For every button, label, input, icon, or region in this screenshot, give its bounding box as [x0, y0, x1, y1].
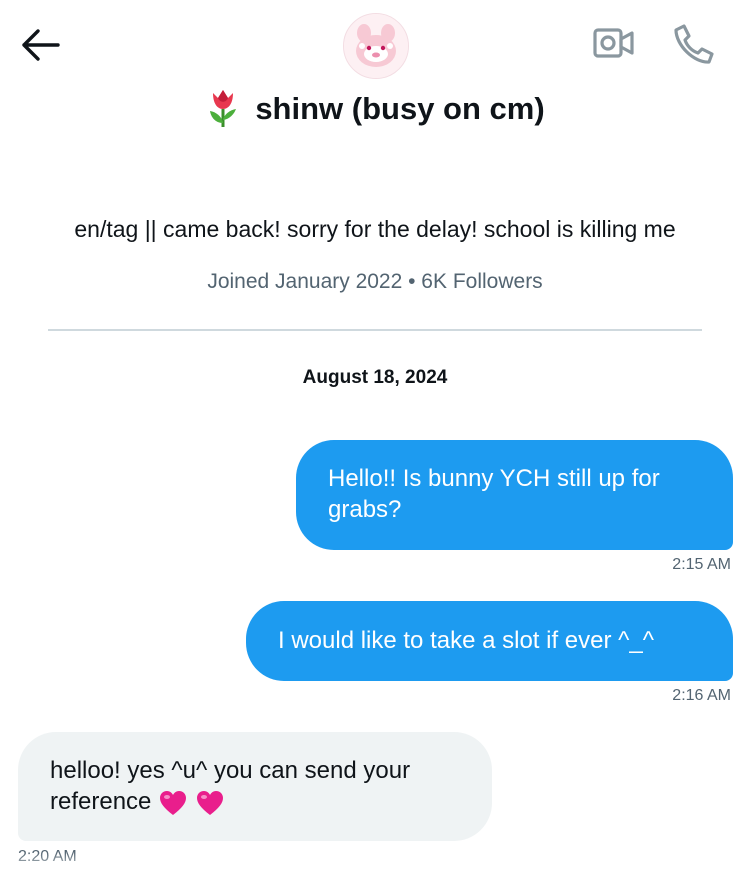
message-text: I would like to take a slot if ever ^_^ — [278, 627, 655, 654]
message-timestamp: 2:20 AM — [18, 848, 77, 865]
arrow-left-icon — [22, 29, 60, 61]
display-name[interactable]: shinw (busy on cm) — [255, 91, 544, 127]
message-bubble-outgoing[interactable]: Hello!! Is bunny YCH still up for grabs? — [296, 440, 733, 550]
bottom-fade — [0, 852, 750, 876]
message-timestamp: 2:15 AM — [672, 556, 731, 573]
pink-heart-emoji — [196, 790, 223, 815]
phone-icon — [674, 24, 714, 64]
conversation-header — [0, 0, 750, 90]
profile-meta: Joined January 2022 • 6K Followers — [207, 270, 543, 293]
pink-bunny-avatar — [344, 14, 408, 78]
back-button[interactable] — [18, 22, 64, 68]
avatar[interactable] — [343, 13, 409, 79]
message-text: helloo! yes ^u^ you can send your refere… — [50, 757, 411, 815]
date-separator: August 18, 2024 — [302, 367, 448, 388]
message-bubble-incoming[interactable]: helloo! yes ^u^ you can send your refere… — [18, 732, 492, 841]
message-timestamp: 2:16 AM — [672, 687, 731, 704]
message-text: Hello!! Is bunny YCH still up for grabs? — [328, 465, 660, 523]
video-camera-icon — [593, 28, 634, 58]
voice-call-button[interactable] — [668, 18, 720, 70]
profile-bio: en/tag || came back! sorry for the delay… — [74, 216, 676, 242]
video-call-button[interactable] — [588, 20, 640, 66]
tulip-emoji — [210, 90, 237, 127]
pink-heart-emoji — [160, 790, 187, 815]
message-bubble-outgoing[interactable]: I would like to take a slot if ever ^_^ — [246, 601, 733, 681]
profile-name-row: shinw (busy on cm) — [0, 84, 750, 134]
divider — [48, 329, 702, 331]
